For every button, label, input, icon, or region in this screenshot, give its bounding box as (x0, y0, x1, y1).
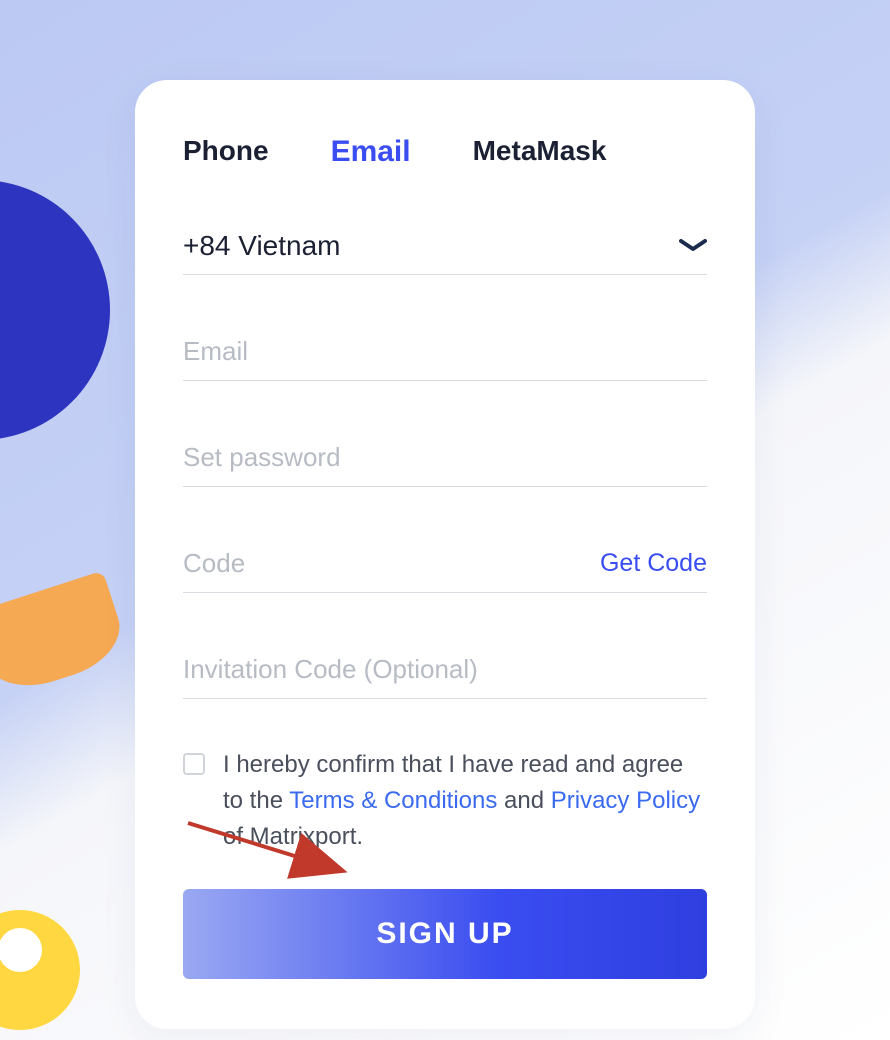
password-field-wrapper (183, 429, 707, 487)
consent-checkbox[interactable] (183, 753, 205, 775)
consent-text: I hereby confirm that I have read and ag… (223, 747, 707, 855)
password-input[interactable] (183, 442, 707, 473)
email-field-wrapper (183, 323, 707, 381)
consent-row: I hereby confirm that I have read and ag… (183, 747, 707, 855)
tab-email[interactable]: Email (331, 135, 411, 169)
tab-metamask[interactable]: MetaMask (473, 135, 607, 169)
terms-link[interactable]: Terms & Conditions (289, 787, 497, 814)
signup-card: Phone Email MetaMask +84 Vietnam Get Cod… (135, 80, 755, 1029)
code-field-wrapper: Get Code (183, 535, 707, 593)
email-input[interactable] (183, 336, 707, 367)
get-code-button[interactable]: Get Code (600, 549, 707, 578)
chevron-down-icon (679, 239, 707, 253)
country-select[interactable]: +84 Vietnam (183, 217, 707, 275)
invitation-code-input[interactable] (183, 654, 707, 685)
bg-yellow-ring (0, 910, 80, 1030)
country-selected-value: +84 Vietnam (183, 230, 679, 262)
code-input[interactable] (183, 548, 586, 579)
invitation-field-wrapper (183, 641, 707, 699)
consent-and: and (497, 787, 550, 814)
tab-phone[interactable]: Phone (183, 135, 269, 169)
signup-button[interactable]: SIGN UP (183, 889, 707, 979)
bg-orange-shape (0, 571, 130, 700)
bg-blue-circle (0, 180, 110, 440)
consent-suffix: of Matrixport. (223, 823, 363, 850)
auth-method-tabs: Phone Email MetaMask (183, 135, 707, 169)
privacy-link[interactable]: Privacy Policy (551, 787, 700, 814)
